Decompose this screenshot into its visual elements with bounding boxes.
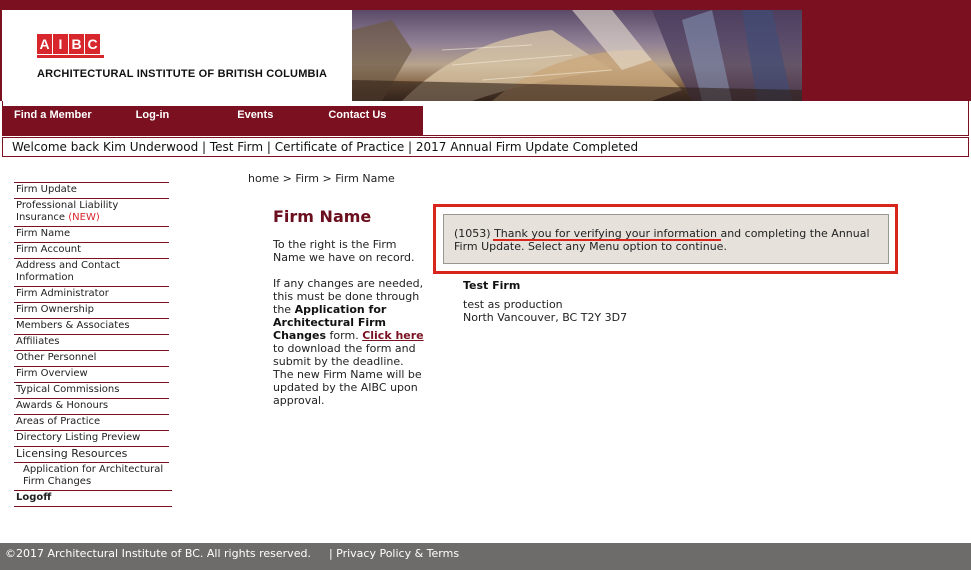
firm-address-line1: test as production (463, 298, 563, 311)
logo-text: ARCHITECTURAL INSTITUTE OF BRITISH COLUM… (37, 68, 328, 80)
firm-name-value: Test Firm (463, 279, 521, 292)
nav-events[interactable]: Events (237, 106, 273, 135)
sidebar-item-address-contact[interactable]: Address and Contact Information (14, 258, 169, 286)
footer-privacy-link[interactable]: | Privacy Policy & Terms (329, 547, 459, 560)
footer-copyright: ©2017 Architectural Institute of BC. All… (5, 547, 311, 560)
header-banner-image (352, 10, 802, 101)
firm-address: test as production North Vancouver, BC T… (463, 298, 627, 324)
logo-underline (37, 55, 104, 58)
sidebar-item-application-firm-changes[interactable]: Application for Architectural Firm Chang… (14, 462, 169, 490)
sidebar-item-logoff[interactable]: Logoff (14, 490, 172, 507)
page-title: Firm Name (273, 207, 372, 226)
sidebar-item-licensing-resources[interactable]: Licensing Resources (14, 446, 169, 462)
logo-letter: C (85, 34, 100, 54)
sidebar-item-members-associates[interactable]: Members & Associates (14, 318, 169, 334)
breadcrumb: home > Firm > Firm Name (248, 172, 395, 185)
sidebar-item-directory-listing-preview[interactable]: Directory Listing Preview (14, 430, 169, 446)
message-code: (1053) (454, 227, 495, 240)
sidebar-item-professional-liability-insurance[interactable]: Professional Liability Insurance (NEW) (14, 198, 169, 226)
sidebar-item-affiliates[interactable]: Affiliates (14, 334, 169, 350)
info-text: to download the form and submit by the d… (273, 342, 422, 407)
sidebar-item-firm-update[interactable]: Firm Update (14, 182, 169, 198)
firm-address-line2: North Vancouver, BC T2Y 3D7 (463, 311, 628, 324)
new-badge: (NEW) (68, 212, 100, 223)
nav-contact-us[interactable]: Contact Us (328, 106, 386, 135)
sidebar-item-areas-of-practice[interactable]: Areas of Practice (14, 414, 169, 430)
logo-letter: A (37, 34, 52, 54)
sidebar-item-awards-honours[interactable]: Awards & Honours (14, 398, 169, 414)
firm-name-info: To the right is the Firm Name we have on… (273, 238, 425, 420)
sidebar-item-other-personnel[interactable]: Other Personnel (14, 350, 169, 366)
sidebar-item-firm-account[interactable]: Firm Account (14, 242, 169, 258)
sidebar-item-firm-name[interactable]: Firm Name (14, 226, 169, 242)
info-paragraph-changes: If any changes are needed, this must be … (273, 277, 425, 407)
welcome-bar: Welcome back Kim Underwood | Test Firm |… (2, 137, 969, 157)
sidebar-item-typical-commissions[interactable]: Typical Commissions (14, 382, 169, 398)
page-footer: ©2017 Architectural Institute of BC. All… (0, 543, 971, 570)
logo-letters: A I B C (37, 34, 100, 54)
sidebar-item-firm-administrator[interactable]: Firm Administrator (14, 286, 169, 302)
building-image (352, 10, 802, 101)
aibc-logo[interactable]: A I B C ARCHITECTURAL INSTITUTE OF BRITI… (2, 10, 352, 101)
click-here-link[interactable]: Click here (362, 329, 423, 342)
nav-log-in[interactable]: Log-in (136, 106, 170, 135)
logo-letter: I (53, 34, 68, 54)
sidebar-item-firm-ownership[interactable]: Firm Ownership (14, 302, 169, 318)
info-paragraph: To the right is the Firm Name we have on… (273, 238, 415, 264)
sidebar-menu: Firm Update Professional Liability Insur… (14, 182, 172, 507)
sidebar-item-firm-overview[interactable]: Firm Overview (14, 366, 169, 382)
message-underline (493, 239, 721, 241)
main-nav: Find a Member Log-in Events Contact Us (2, 106, 423, 135)
logo-letter: B (69, 34, 84, 54)
info-text: form. (326, 329, 363, 342)
nav-find-a-member[interactable]: Find a Member (14, 106, 92, 135)
